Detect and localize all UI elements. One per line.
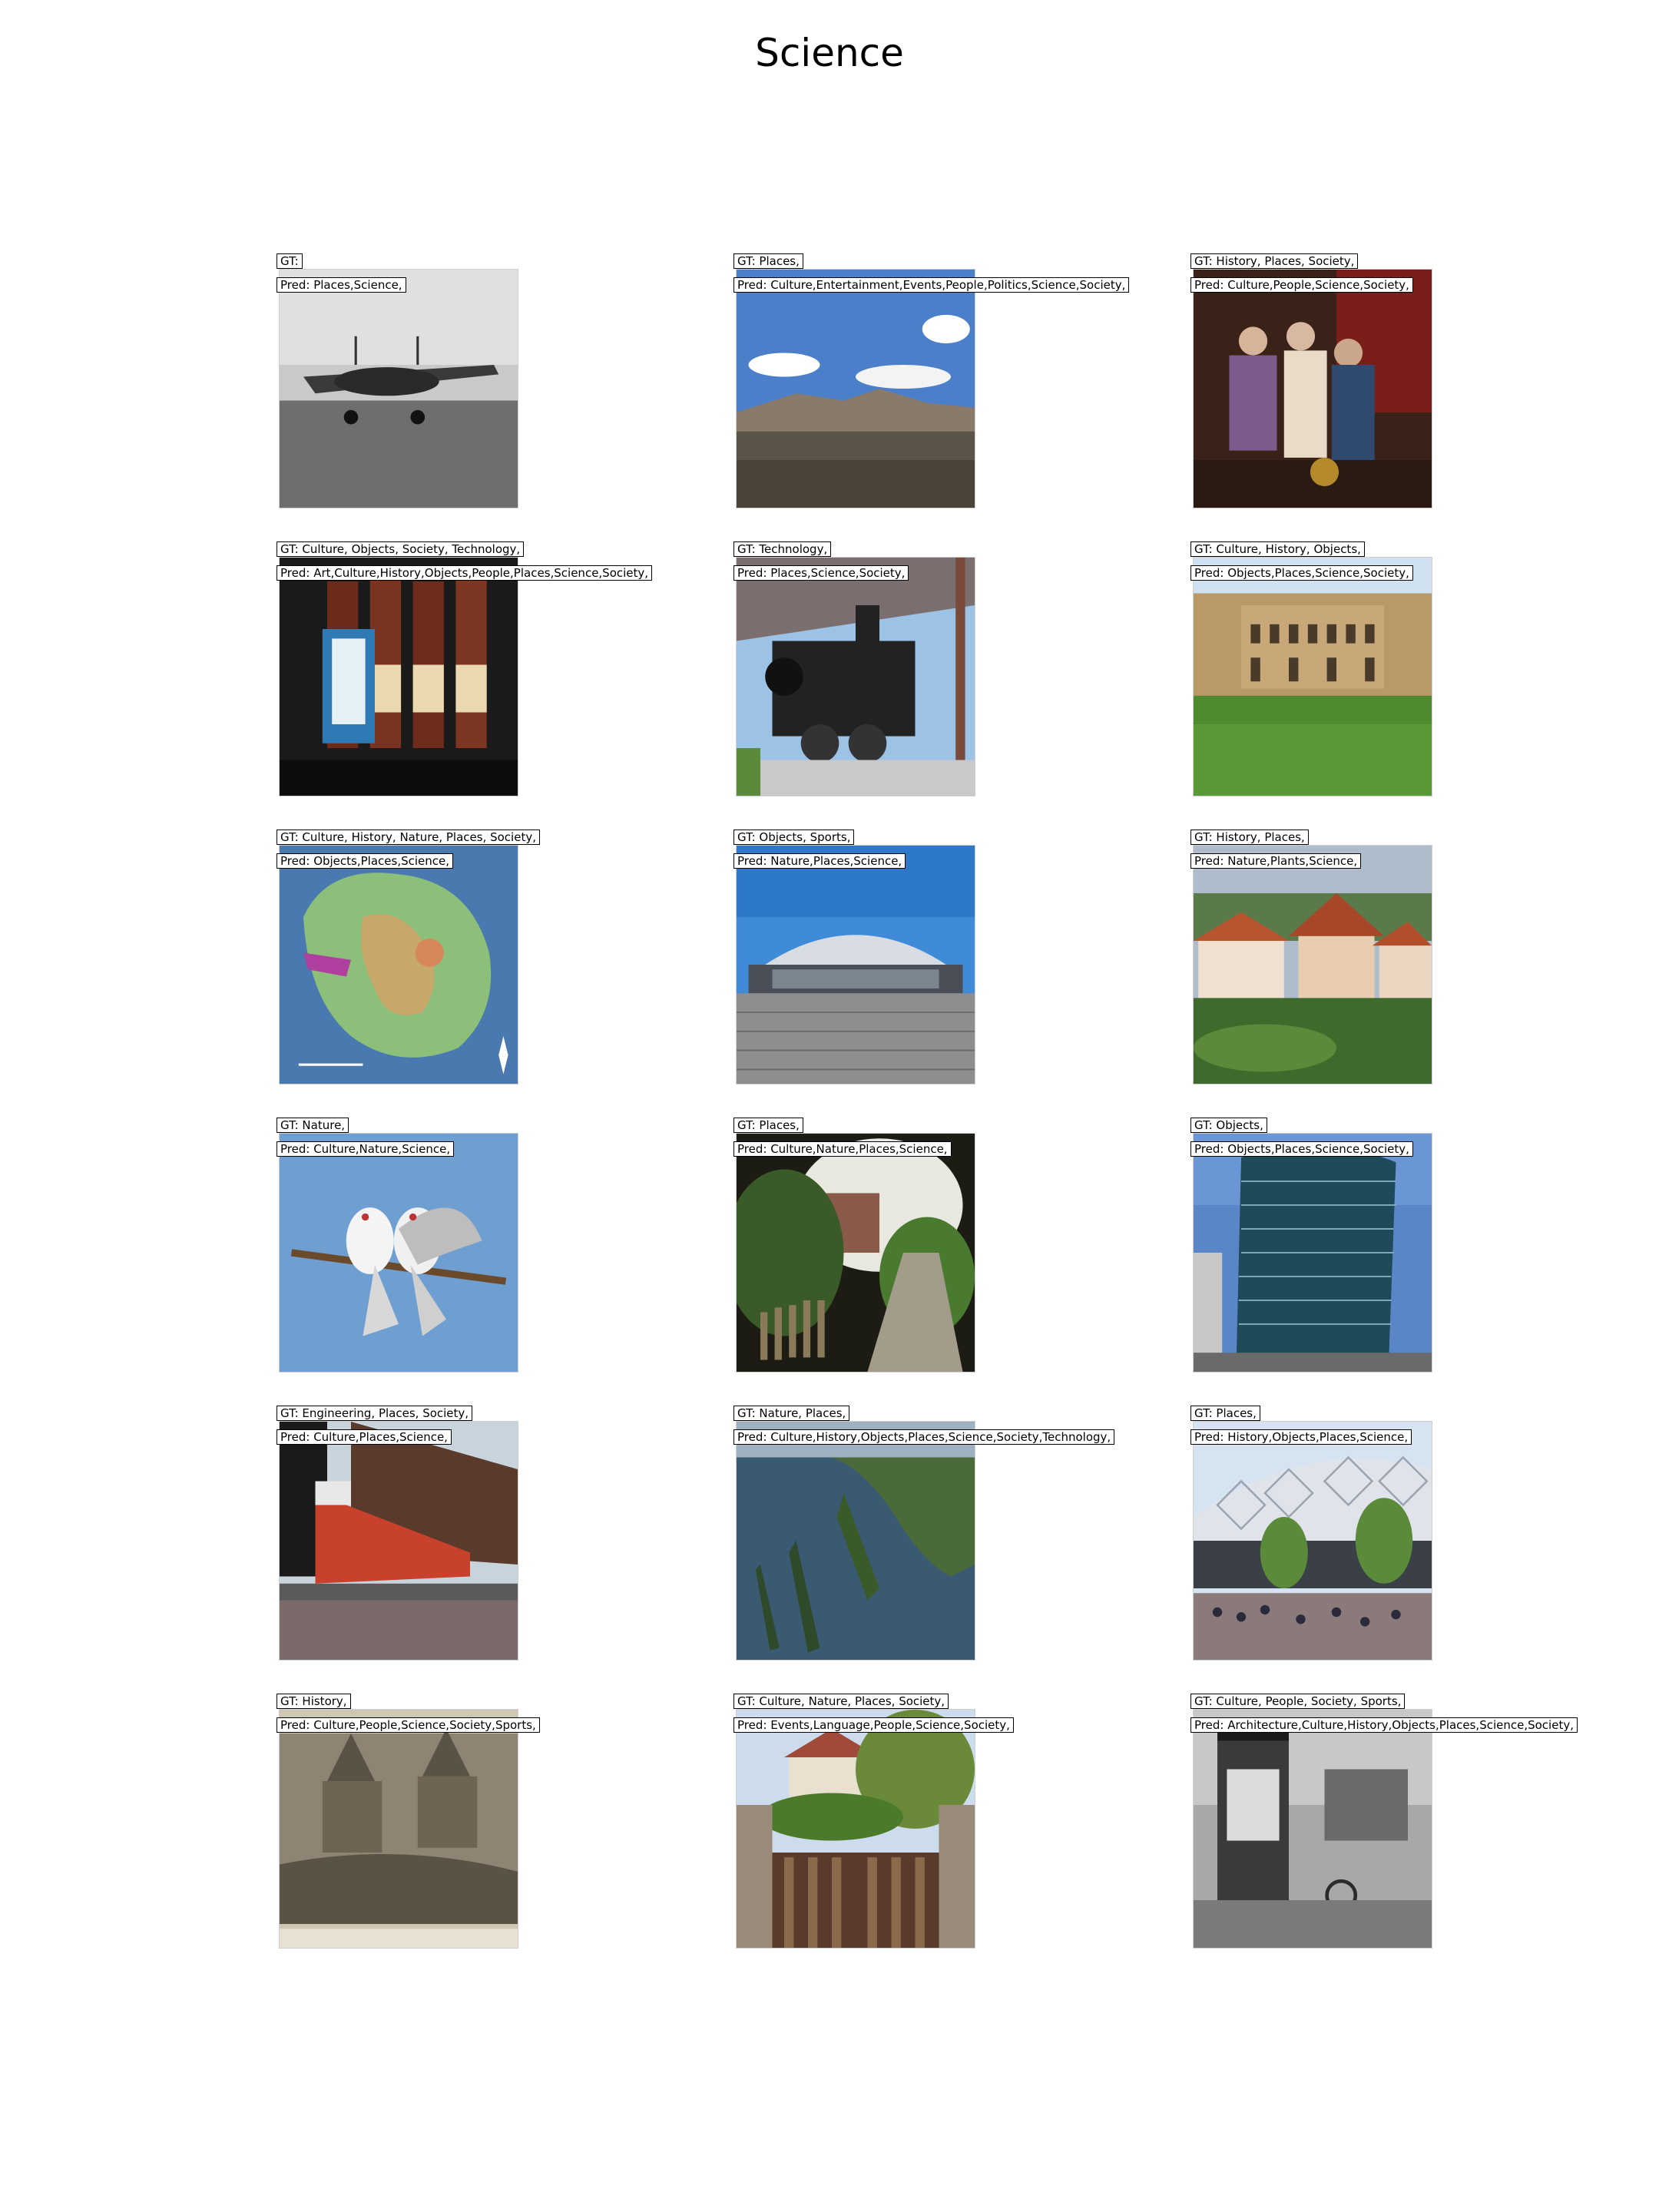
sample-image [736, 1709, 975, 1949]
sample-cell: GT: Nature, Pred: Culture,Nature,Science, [276, 1118, 522, 1373]
ground-truth-label: GT: Culture, Nature, Places, Society, [733, 1694, 949, 1709]
sample-cell: GT: History, Places, Society, Pred: Cultu… [1190, 253, 1436, 508]
sample-image [279, 1709, 518, 1949]
sample-cell: GT: Technology, Pred: Places,Science,Soci… [733, 541, 979, 796]
ground-truth-label: GT: [276, 253, 303, 269]
ground-truth-label: GT: Places, [1190, 1406, 1260, 1421]
prediction-label: Pred: History,Objects,Places,Science, [1190, 1429, 1412, 1445]
prediction-label: Pred: Culture,Nature,Places,Science, [733, 1141, 952, 1157]
sample-image [279, 557, 518, 796]
prediction-label: Pred: Nature,Places,Science, [733, 853, 906, 869]
sample-cell: GT: Pred: Places,Science, [276, 253, 522, 508]
prediction-label: Pred: Objects,Places,Science, [276, 853, 454, 869]
sample-image [279, 1133, 518, 1373]
prediction-label: Pred: Places,Science,Society, [733, 565, 909, 581]
prediction-label: Pred: Objects,Places,Science,Society, [1190, 565, 1413, 581]
sample-image [736, 1421, 975, 1661]
sample-cell: GT: Culture, Objects, Society, Technolog… [276, 541, 653, 796]
ground-truth-label: GT: Culture, People, Society, Sports, [1190, 1694, 1406, 1709]
sample-cell: GT: Culture, People, Society, Sports, Pre… [1190, 1694, 1578, 1949]
ground-truth-label: GT: Technology, [733, 541, 832, 557]
sample-image [1193, 557, 1432, 796]
sample-cell: GT: History, Pred: Culture,People,Science… [276, 1694, 540, 1949]
sample-cell: GT: Culture, Nature, Places, Society, Pre… [733, 1694, 1014, 1949]
prediction-label: Pred: Culture,Places,Science, [276, 1429, 452, 1445]
ground-truth-label: GT: Nature, [276, 1118, 349, 1133]
sample-cell: GT: Places, Pred: History,Objects,Places,… [1190, 1406, 1436, 1661]
sample-grid: GT: Pred: Places,Science, GT: Places, Pred… [0, 0, 1659, 2212]
sample-image [1193, 845, 1432, 1084]
sample-cell: GT: Culture, History, Nature, Places, So… [276, 830, 540, 1084]
ground-truth-label: GT: Objects, Sports, [733, 830, 855, 845]
prediction-label: Pred: Culture,History,Objects,Places,Sci… [733, 1429, 1115, 1445]
prediction-label: Pred: Art,Culture,History,Objects,People… [276, 565, 653, 581]
prediction-label: Pred: Culture,Entertainment,Events,Peopl… [733, 277, 1130, 293]
ground-truth-label: GT: Nature, Places, [733, 1406, 850, 1421]
ground-truth-label: GT: Objects, [1190, 1118, 1267, 1133]
sample-cell: GT: Culture, History, Objects, Pred: Obje… [1190, 541, 1436, 796]
ground-truth-label: GT: History, Places, [1190, 830, 1309, 845]
ground-truth-label: GT: Culture, History, Objects, [1190, 541, 1365, 557]
sample-image [736, 845, 975, 1084]
sample-image [736, 1133, 975, 1373]
sample-cell: GT: Places, Pred: Culture,Entertainment,E… [733, 253, 1130, 508]
sample-image [279, 845, 518, 1084]
sample-cell: GT: Engineering, Places, Society, Pred: C… [276, 1406, 522, 1661]
ground-truth-label: GT: Culture, Objects, Society, Technolog… [276, 541, 525, 557]
prediction-label: Pred: Objects,Places,Science,Society, [1190, 1141, 1413, 1157]
prediction-label: Pred: Places,Science, [276, 277, 406, 293]
sample-image [736, 557, 975, 796]
ground-truth-label: GT: Places, [733, 1118, 803, 1133]
ground-truth-label: GT: History, Places, Society, [1190, 253, 1359, 269]
sample-cell: GT: Objects, Sports, Pred: Nature,Places,… [733, 830, 979, 1084]
sample-image [279, 269, 518, 508]
ground-truth-label: GT: History, [276, 1694, 351, 1709]
sample-image [1193, 269, 1432, 508]
sample-image [1193, 1421, 1432, 1661]
sample-cell: GT: History, Places, Pred: Nature,Plants,… [1190, 830, 1436, 1084]
sample-image [1193, 1709, 1432, 1949]
ground-truth-label: GT: Places, [733, 253, 803, 269]
prediction-label: Pred: Culture,People,Science,Society, [1190, 277, 1413, 293]
prediction-label: Pred: Culture,People,Science,Society,Spo… [276, 1717, 540, 1733]
prediction-label: Pred: Nature,Plants,Science, [1190, 853, 1362, 869]
sample-cell: GT: Objects, Pred: Objects,Places,Science… [1190, 1118, 1436, 1373]
prediction-label: Pred: Architecture,Culture,History,Objec… [1190, 1717, 1578, 1733]
sample-cell: GT: Places, Pred: Culture,Nature,Places,S… [733, 1118, 979, 1373]
sample-image [736, 269, 975, 508]
ground-truth-label: GT: Culture, History, Nature, Places, So… [276, 830, 540, 845]
prediction-label: Pred: Events,Language,People,Science,Soc… [733, 1717, 1014, 1733]
ground-truth-label: GT: Engineering, Places, Society, [276, 1406, 473, 1421]
sample-cell: GT: Nature, Places, Pred: Culture,History… [733, 1406, 1115, 1661]
prediction-label: Pred: Culture,Nature,Science, [276, 1141, 455, 1157]
sample-image [1193, 1133, 1432, 1373]
sample-image [279, 1421, 518, 1661]
